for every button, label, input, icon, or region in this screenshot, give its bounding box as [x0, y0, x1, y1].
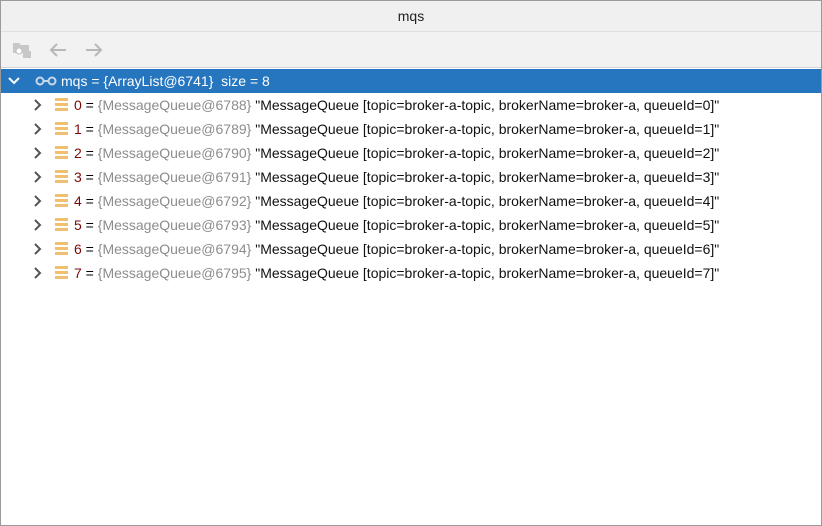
chevron-right-icon[interactable] — [31, 219, 45, 231]
item-type: {MessageQueue@6789} — [97, 121, 252, 137]
item-value: "MessageQueue [topic=broker-a-topic, bro… — [255, 265, 720, 281]
field-icon — [55, 266, 68, 280]
item-index: 0 — [74, 97, 82, 113]
chevron-right-icon[interactable] — [31, 171, 45, 183]
window-title: mqs — [1, 1, 821, 32]
item-type: {MessageQueue@6795} — [97, 265, 252, 281]
chevron-right-icon[interactable] — [31, 123, 45, 135]
watch-glasses-icon — [35, 76, 57, 86]
tree-row[interactable]: 7 = {MessageQueue@6795} "MessageQueue [t… — [1, 261, 821, 285]
tree-row[interactable]: 2 = {MessageQueue@6790} "MessageQueue [t… — [1, 141, 821, 165]
toolbar — [1, 32, 821, 68]
tree-row[interactable]: 6 = {MessageQueue@6794} "MessageQueue [t… — [1, 237, 821, 261]
item-index: 2 — [74, 145, 82, 161]
debugger-window: mqs mqs = {ArrayList@6741} size = 8 0 = … — [0, 0, 822, 526]
item-type: {MessageQueue@6790} — [97, 145, 252, 161]
field-icon — [55, 98, 68, 112]
field-icon — [55, 170, 68, 184]
item-value: "MessageQueue [topic=broker-a-topic, bro… — [255, 97, 720, 113]
item-index: 6 — [74, 241, 82, 257]
item-type: {MessageQueue@6793} — [97, 217, 252, 233]
root-name: mqs — [61, 73, 88, 89]
root-size: size = 8 — [221, 73, 270, 89]
item-index: 4 — [74, 193, 82, 209]
tree-row[interactable]: 5 = {MessageQueue@6793} "MessageQueue [t… — [1, 213, 821, 237]
item-type: {MessageQueue@6791} — [97, 169, 252, 185]
item-index: 7 — [74, 265, 82, 281]
field-icon — [55, 218, 68, 232]
item-value: "MessageQueue [topic=broker-a-topic, bro… — [255, 193, 720, 209]
item-value: "MessageQueue [topic=broker-a-topic, bro… — [255, 121, 720, 137]
item-value: "MessageQueue [topic=broker-a-topic, bro… — [255, 169, 720, 185]
item-type: {MessageQueue@6794} — [97, 241, 252, 257]
tree-row[interactable]: 0 = {MessageQueue@6788} "MessageQueue [t… — [1, 93, 821, 117]
tree-row[interactable]: 4 = {MessageQueue@6792} "MessageQueue [t… — [1, 189, 821, 213]
field-icon — [55, 194, 68, 208]
field-icon — [55, 122, 68, 136]
chevron-right-icon[interactable] — [31, 147, 45, 159]
item-value: "MessageQueue [topic=broker-a-topic, bro… — [255, 241, 720, 257]
chevron-right-icon[interactable] — [31, 243, 45, 255]
tree-row[interactable]: 1 = {MessageQueue@6789} "MessageQueue [t… — [1, 117, 821, 141]
item-index: 3 — [74, 169, 82, 185]
chevron-right-icon[interactable] — [31, 99, 45, 111]
field-icon — [55, 242, 68, 256]
item-index: 1 — [74, 121, 82, 137]
frame-icon[interactable] — [11, 39, 33, 61]
item-index: 5 — [74, 217, 82, 233]
back-arrow-icon[interactable] — [47, 39, 69, 61]
field-icon — [55, 146, 68, 160]
root-type: {ArrayList@6741} — [103, 73, 214, 89]
forward-arrow-icon[interactable] — [83, 39, 105, 61]
item-type: {MessageQueue@6792} — [97, 193, 252, 209]
item-value: "MessageQueue [topic=broker-a-topic, bro… — [255, 145, 720, 161]
chevron-right-icon[interactable] — [31, 267, 45, 279]
variables-tree: mqs = {ArrayList@6741} size = 8 0 = {Mes… — [1, 69, 821, 285]
tree-row-root[interactable]: mqs = {ArrayList@6741} size = 8 — [1, 69, 821, 93]
chevron-down-icon[interactable] — [7, 77, 21, 85]
tree-row[interactable]: 3 = {MessageQueue@6791} "MessageQueue [t… — [1, 165, 821, 189]
item-value: "MessageQueue [topic=broker-a-topic, bro… — [255, 217, 720, 233]
item-type: {MessageQueue@6788} — [97, 97, 252, 113]
chevron-right-icon[interactable] — [31, 195, 45, 207]
